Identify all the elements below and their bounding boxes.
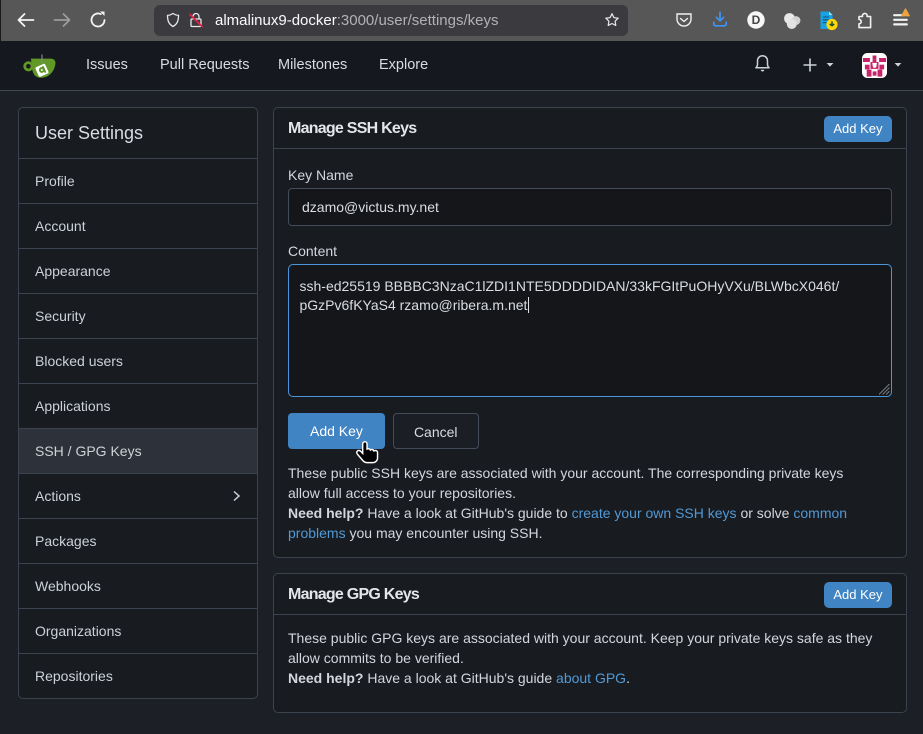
svg-text:D: D xyxy=(752,13,761,27)
